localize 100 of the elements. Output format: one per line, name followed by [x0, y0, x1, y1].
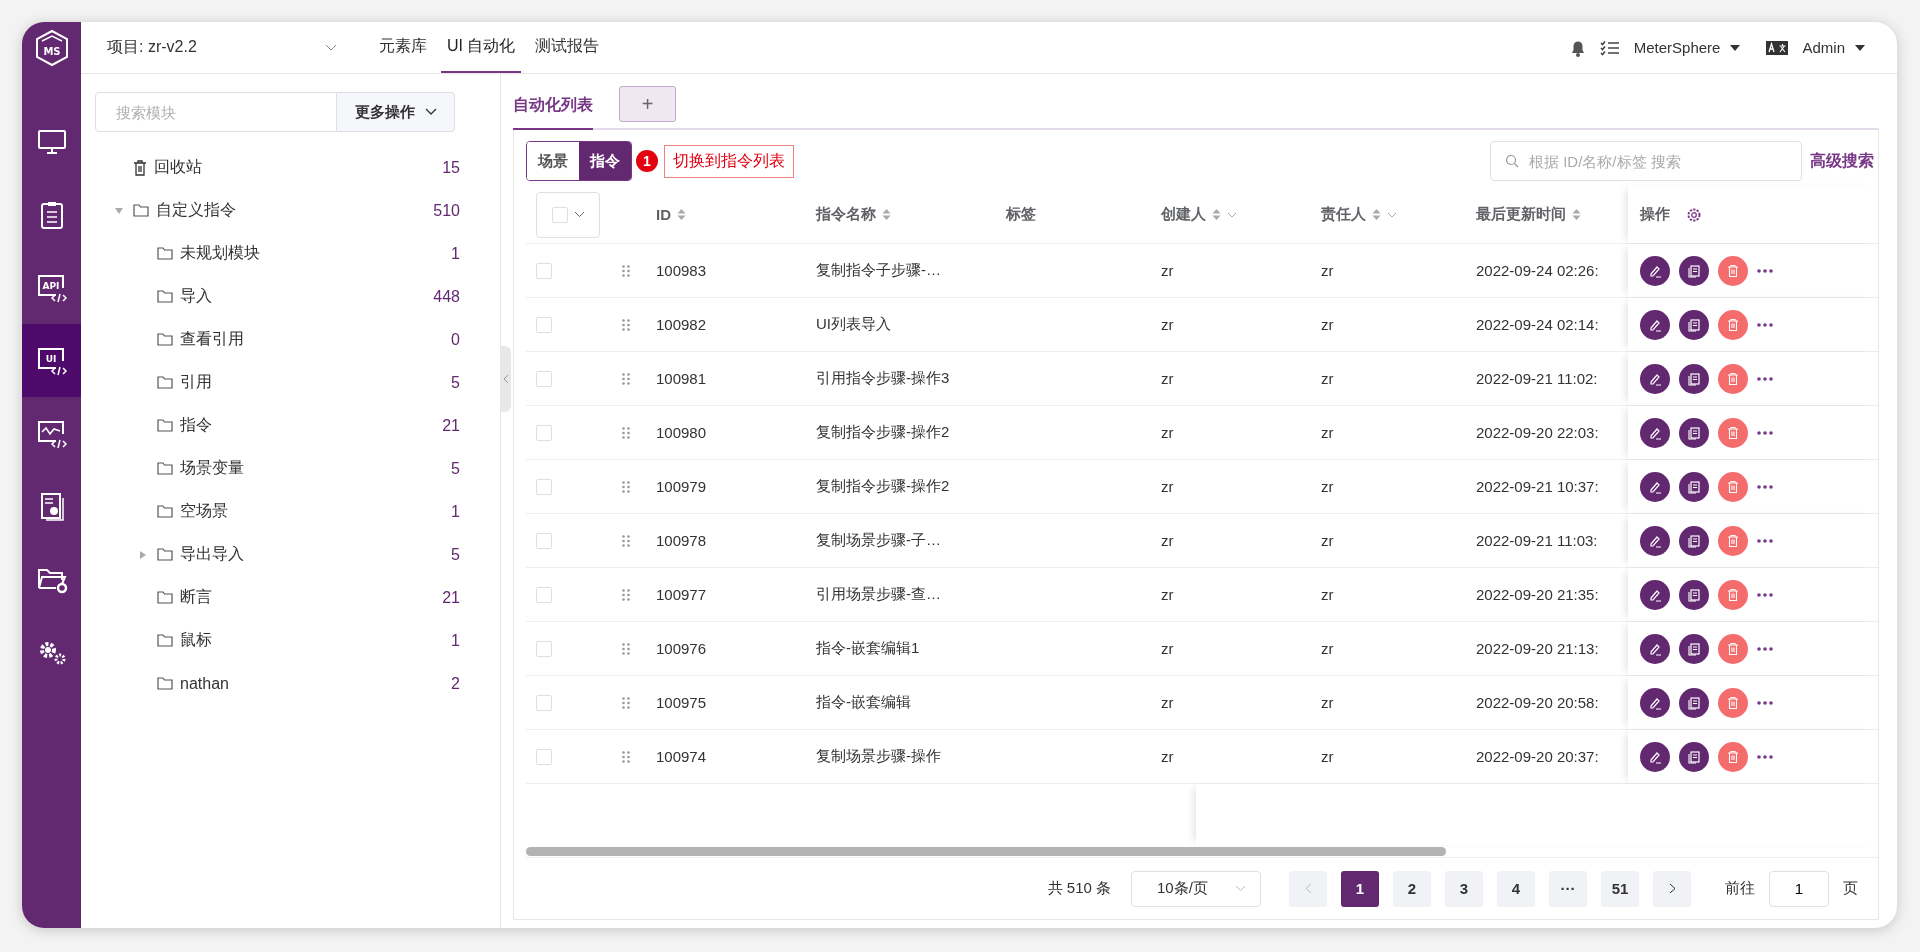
edit-button[interactable] [1640, 525, 1670, 556]
page-button[interactable]: ··· [1549, 870, 1587, 907]
drag-handle-icon[interactable] [622, 426, 630, 439]
project-select[interactable]: 项目: zr-v2.2 [107, 22, 347, 73]
trash-icon[interactable] [1726, 479, 1740, 494]
drag-handle-icon[interactable] [622, 318, 630, 331]
user-dropdown[interactable]: Admin [1802, 39, 1865, 56]
task-list-icon[interactable] [1599, 39, 1620, 56]
drag-handle-icon[interactable] [622, 696, 630, 709]
mode-toggle-button[interactable]: 指令 [579, 142, 631, 180]
delete-button[interactable] [1718, 255, 1748, 286]
page-button[interactable]: 2 [1393, 870, 1431, 907]
page-button[interactable]: 51 [1601, 870, 1639, 907]
more-icon[interactable] [1757, 322, 1773, 327]
drag-handle-icon[interactable] [622, 750, 630, 763]
row-checkbox[interactable] [536, 748, 552, 765]
nav-tab[interactable]: UI 自动化 [441, 22, 522, 73]
copy-icon[interactable] [1687, 371, 1701, 386]
more-icon[interactable] [1757, 268, 1773, 273]
tree-item[interactable]: 指令 21 [95, 404, 460, 447]
caret-down-icon[interactable] [1730, 44, 1741, 51]
delete-button[interactable] [1718, 687, 1748, 718]
row-checkbox[interactable] [536, 478, 552, 495]
copy-button[interactable] [1679, 417, 1709, 448]
more-icon[interactable] [1757, 700, 1773, 705]
chevron-right-icon[interactable] [1668, 883, 1676, 894]
delete-button[interactable] [1718, 633, 1748, 664]
edit-button[interactable] [1640, 687, 1670, 718]
settings-icon[interactable] [1686, 206, 1702, 223]
edit-button[interactable] [1640, 255, 1670, 286]
delete-button[interactable] [1718, 741, 1748, 772]
nav-tab[interactable]: 元素库 [373, 22, 433, 73]
tree-item[interactable]: 未规划模块 1 [95, 232, 460, 275]
copy-icon[interactable] [1687, 317, 1701, 332]
copy-button[interactable] [1679, 525, 1709, 556]
page-button[interactable]: 4 [1497, 870, 1535, 907]
delete-button[interactable] [1718, 417, 1748, 448]
tree-item[interactable]: 鼠标 1 [95, 619, 460, 662]
workspace-dropdown[interactable]: MeterSphere [1633, 39, 1741, 56]
trash-icon[interactable] [1726, 371, 1740, 386]
page-number-field[interactable]: 1 [1769, 870, 1829, 907]
chart-window-icon[interactable] [35, 418, 68, 449]
copy-button[interactable] [1679, 633, 1709, 664]
tree-item[interactable]: 回收站 15 [95, 146, 460, 189]
tree-item[interactable]: 断言 21 [95, 576, 460, 619]
trash-icon[interactable] [1726, 533, 1740, 548]
row-checkbox[interactable] [536, 532, 552, 549]
trash-icon[interactable] [1726, 749, 1740, 764]
trash-icon[interactable] [1726, 587, 1740, 602]
trash-icon[interactable] [1726, 641, 1740, 656]
trash-icon[interactable] [1726, 317, 1740, 332]
delete-button[interactable] [1718, 309, 1748, 340]
nav-item[interactable]: API [22, 251, 81, 324]
tree-item[interactable]: 引用 5 [95, 361, 460, 404]
logo-icon[interactable]: MS [34, 29, 69, 67]
language-icon[interactable] [1766, 40, 1789, 55]
copy-button[interactable] [1679, 579, 1709, 610]
row-checkbox[interactable] [536, 370, 552, 387]
page-button[interactable]: 1 [1341, 870, 1379, 907]
list-tab[interactable]: 自动化列表 [513, 95, 593, 130]
copy-icon[interactable] [1687, 533, 1701, 548]
more-icon[interactable] [1757, 538, 1773, 543]
clipboard-icon[interactable] [38, 199, 65, 230]
copy-icon[interactable] [1687, 695, 1701, 710]
drag-handle-icon[interactable] [622, 642, 630, 655]
tree-item[interactable]: 自定义指令 510 [95, 189, 460, 232]
copy-icon[interactable] [1687, 749, 1701, 764]
table-search-field[interactable]: 根据 ID/名称/标签 搜索 [1490, 141, 1802, 181]
edit-button[interactable] [1640, 741, 1670, 772]
trash-icon[interactable] [1726, 425, 1740, 440]
chevron-down-icon[interactable] [424, 108, 437, 116]
edit-button[interactable] [1640, 579, 1670, 610]
drag-handle-icon[interactable] [622, 372, 630, 385]
copy-button[interactable] [1679, 255, 1709, 286]
more-icon[interactable] [1757, 376, 1773, 381]
tree-item[interactable]: 查看引用 0 [95, 318, 460, 361]
trash-icon[interactable] [1726, 263, 1740, 278]
copy-icon[interactable] [1687, 641, 1701, 656]
copy-button[interactable] [1679, 471, 1709, 502]
copy-button[interactable] [1679, 363, 1709, 394]
copy-icon[interactable] [1687, 479, 1701, 494]
more-icon[interactable] [1757, 430, 1773, 435]
delete-button[interactable] [1718, 579, 1748, 610]
tree-item[interactable]: 场景变量 5 [95, 447, 460, 490]
nav-tab[interactable]: 测试报告 [529, 22, 606, 73]
tree-item[interactable]: nathan 2 [95, 662, 460, 705]
caret-down-icon[interactable] [1855, 44, 1865, 51]
copy-button[interactable] [1679, 687, 1709, 718]
tree-item[interactable]: 空场景 1 [95, 490, 460, 533]
more-icon[interactable] [1757, 592, 1773, 597]
copy-button[interactable] [1679, 309, 1709, 340]
edit-button[interactable] [1640, 417, 1670, 448]
edit-button[interactable] [1640, 363, 1670, 394]
row-checkbox[interactable] [536, 586, 552, 603]
page-button[interactable]: 3 [1445, 870, 1483, 907]
monitor-icon[interactable] [36, 127, 67, 156]
page-size-select[interactable]: 10条/页 [1131, 870, 1261, 907]
add-tab-button[interactable]: + [619, 86, 676, 122]
edit-button[interactable] [1640, 309, 1670, 340]
drag-handle-icon[interactable] [622, 264, 630, 277]
